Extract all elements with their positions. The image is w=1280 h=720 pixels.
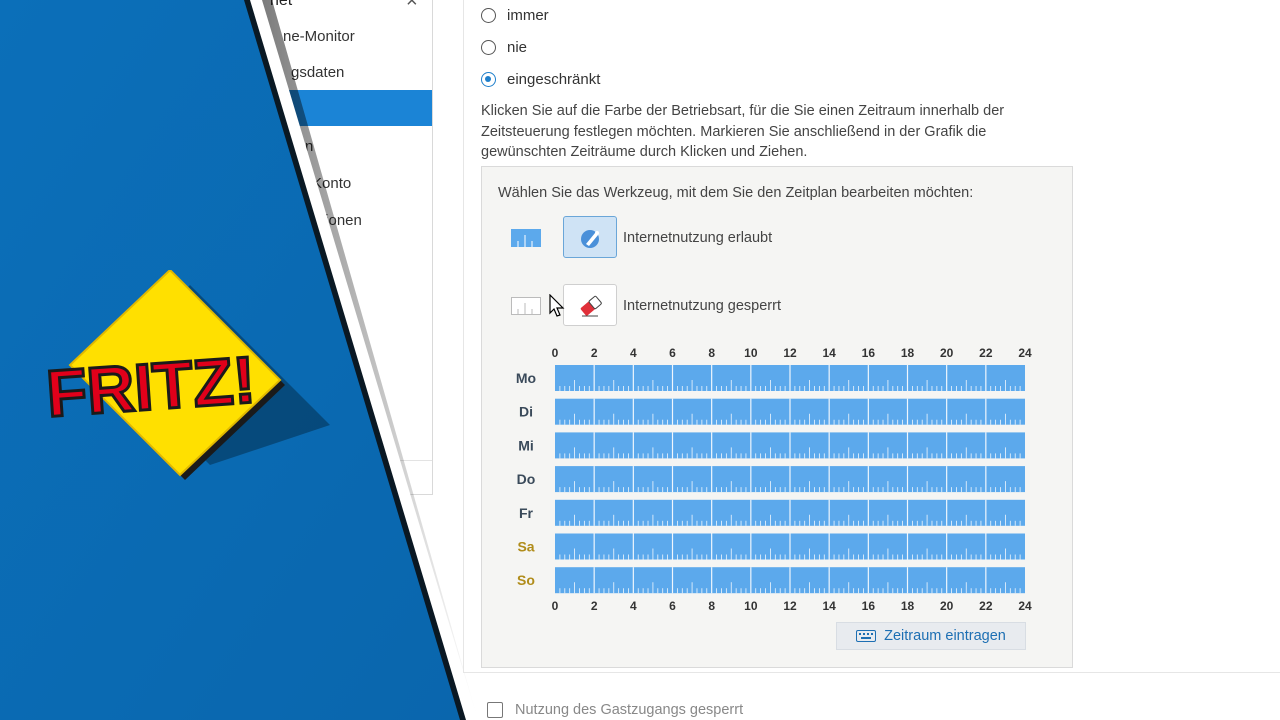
radio-label-nie: nie — [507, 38, 528, 56]
hour-tick-label: 24 — [1018, 599, 1032, 613]
hour-tick-label: 8 — [708, 346, 715, 360]
hour-tick-label: 10 — [744, 346, 758, 360]
radio-label-eingeschraenkt: eingeschränkt — [507, 70, 601, 88]
hour-tick-label: 6 — [669, 599, 676, 613]
zeitraum-eintragen-button[interactable]: Zeitraum eintragen — [836, 622, 1026, 650]
hour-tick-label: 20 — [940, 346, 954, 360]
hour-tick-label: 0 — [552, 346, 559, 360]
radio-button-checked[interactable] — [481, 71, 496, 87]
hour-tick-label: 14 — [822, 346, 836, 360]
radio-button[interactable] — [481, 39, 496, 55]
guest-access-label: Nutzung des Gastzugangs gesperrt — [515, 702, 744, 718]
hour-tick-label: 20 — [940, 599, 954, 613]
radio-eingeschraenkt[interactable]: eingeschränkt — [481, 68, 600, 90]
hour-tick-label: 4 — [630, 599, 637, 613]
hour-tick-label: 16 — [862, 346, 876, 360]
hour-tick-label: 8 — [708, 599, 715, 613]
schedule-grid[interactable]: 0022446688101012121414161618182020222224… — [482, 167, 1074, 617]
hour-tick-label: 24 — [1018, 346, 1032, 360]
hour-tick-label: 2 — [591, 346, 598, 360]
hour-tick-label: 10 — [744, 599, 758, 613]
hour-tick-label: 4 — [630, 346, 637, 360]
day-label: So — [517, 572, 535, 588]
hour-tick-label: 0 — [552, 599, 559, 613]
hour-tick-label: 6 — [669, 346, 676, 360]
keyboard-icon — [856, 630, 877, 642]
guest-access-row[interactable]: Nutzung des Gastzugangs gesperrt — [487, 702, 743, 718]
hour-tick-label: 22 — [979, 599, 993, 613]
day-label: Sa — [517, 539, 534, 555]
day-label: Mi — [518, 437, 534, 453]
radio-nie[interactable]: nie — [481, 36, 527, 58]
hour-tick-label: 12 — [783, 346, 797, 360]
day-label: Fr — [519, 505, 534, 521]
hour-tick-label: 18 — [901, 599, 915, 613]
guest-access-checkbox[interactable] — [487, 702, 503, 718]
day-label: Mo — [516, 370, 536, 386]
instructions-text: Klicken Sie auf die Farbe der Betriebsar… — [481, 103, 1005, 160]
radio-immer[interactable]: immer — [481, 4, 549, 26]
hour-tick-label: 16 — [862, 599, 876, 613]
fritz-logo-text: FRITZ! — [44, 342, 258, 430]
mouse-cursor-icon — [549, 294, 565, 317]
fritz-logo: FRITZ! — [43, 270, 330, 480]
radio-label-immer: immer — [507, 6, 549, 24]
hour-tick-label: 12 — [783, 599, 797, 613]
hour-tick-label: 14 — [822, 599, 836, 613]
hour-tick-label: 2 — [591, 599, 598, 613]
hour-tick-label: 18 — [901, 346, 915, 360]
zeitraum-eintragen-label: Zeitraum eintragen — [884, 628, 1006, 644]
day-label: Do — [517, 471, 536, 487]
radio-button[interactable] — [481, 7, 496, 23]
day-label: Di — [519, 404, 533, 420]
schedule-panel: Wählen Sie das Werkzeug, mit dem Sie den… — [481, 166, 1073, 668]
hour-tick-label: 22 — [979, 346, 993, 360]
